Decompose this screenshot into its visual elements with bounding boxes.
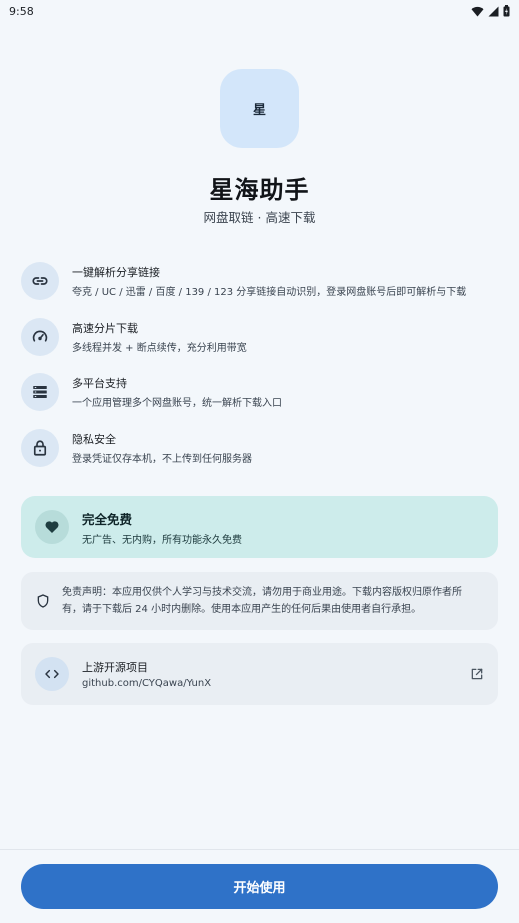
repo-title: 上游开源项目	[82, 661, 148, 674]
feature-item-share-link: 一键解析分享链接 夸克 / UC / 迅雷 / 百度 / 139 / 123 分…	[21, 261, 501, 301]
storage-icon	[21, 373, 59, 411]
feature-desc: 多线程并发 + 断点续传，充分利用带宽	[72, 343, 247, 354]
status-time: 9:58	[9, 4, 34, 18]
feature-desc: 登录凭证仅存本机，不上传到任何服务器	[72, 454, 252, 465]
battery-icon	[503, 5, 510, 17]
disclaimer-line: 有，请于下载后 24 小时内删除。使用本应用产生的任何后果由使用者自行承担。	[62, 604, 422, 615]
free-card-desc: 无广告、无内购，所有功能永久免费	[82, 534, 242, 546]
feature-title: 高速分片下载	[72, 322, 138, 335]
lock-icon	[21, 429, 59, 467]
feature-desc: 一个应用管理多个网盘账号，统一解析下载入口	[72, 398, 282, 409]
cellular-signal-icon	[488, 6, 499, 16]
repo-url: github.com/CYQawa/YunX	[82, 678, 212, 689]
free-card-title: 完全免费	[82, 511, 133, 527]
disclaimer-card: 免责声明：本应用仅供个人学习与技术交流，请勿用于商业用途。下载内容版权归原作者所…	[21, 572, 498, 630]
link-icon	[21, 262, 59, 300]
free-card: 完全免费 无广告、无内购，所有功能永久免费	[21, 496, 498, 558]
speedometer-icon	[21, 318, 59, 356]
app-logo: 星	[220, 69, 299, 148]
status-bar: 9:58	[0, 0, 519, 22]
open-external-icon[interactable]	[470, 667, 484, 681]
upstream-repo-card[interactable]: 上游开源项目 github.com/CYQawa/YunX	[21, 643, 498, 705]
disclaimer-line: 免责声明：本应用仅供个人学习与技术交流，请勿用于商业用途。下载内容版权归原作者所	[62, 587, 462, 598]
feature-item-fast-download: 高速分片下载 多线程并发 + 断点续传，充分利用带宽	[21, 317, 501, 357]
feature-title: 多平台支持	[72, 377, 127, 390]
feature-item-privacy: 隐私安全 登录凭证仅存本机，不上传到任何服务器	[21, 428, 501, 468]
bottom-divider	[0, 849, 519, 850]
app-subtitle: 网盘取链 · 高速下载	[203, 210, 316, 225]
feature-item-multi-platform: 多平台支持 一个应用管理多个网盘账号，统一解析下载入口	[21, 372, 501, 412]
shield-icon	[37, 594, 49, 608]
feature-desc: 夸克 / UC / 迅雷 / 百度 / 139 / 123 分享链接自动识别，登…	[72, 287, 467, 298]
feature-title: 一键解析分享链接	[72, 266, 160, 279]
disclaimer-text: 免责声明：本应用仅供个人学习与技术交流，请勿用于商业用途。下载内容版权归原作者所…	[62, 584, 462, 618]
start-button[interactable]: 开始使用	[21, 864, 498, 909]
heart-icon	[35, 510, 69, 544]
app-logo-char: 星	[252, 103, 266, 118]
code-icon	[35, 657, 69, 691]
status-icons	[471, 5, 510, 17]
wifi-icon	[471, 6, 484, 17]
feature-title: 隐私安全	[72, 433, 116, 446]
app-title: 星海助手	[209, 176, 310, 204]
